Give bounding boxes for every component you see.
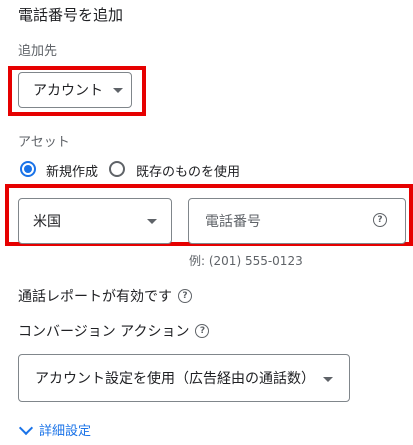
country-select[interactable]: 米国: [18, 198, 172, 244]
triangle-down-icon: [147, 219, 157, 224]
help-circle-icon[interactable]: ?: [195, 324, 210, 338]
destination-select-value: アカウント: [33, 83, 103, 99]
conversion-action-select[interactable]: アカウント設定を使用（広告経由の通話数）: [18, 354, 350, 402]
country-select-value: 米国: [33, 214, 61, 230]
radio-create-new-label[interactable]: 新規作成: [46, 161, 98, 180]
triangle-down-icon: [113, 87, 123, 93]
chevron-down-icon: [18, 420, 34, 435]
conversion-action-value: アカウント設定を使用（広告経由の通話数）: [35, 371, 315, 387]
destination-label: 追加先: [18, 44, 58, 59]
radio-create-new[interactable]: [20, 161, 36, 177]
help-circle-icon[interactable]: ?: [373, 213, 387, 227]
advanced-settings-label: 詳細設定: [39, 424, 92, 439]
call-reports-label: 通話レポートが有効です: [18, 289, 172, 305]
phone-number-input[interactable]: 電話番号 ?: [188, 198, 406, 244]
radio-dot: [24, 165, 32, 173]
phone-example-hint: 例: (201) 555-0123: [189, 254, 303, 268]
phone-number-placeholder: 電話番号: [205, 214, 261, 230]
conversion-label: コンバージョン アクション: [18, 324, 190, 340]
destination-select[interactable]: アカウント: [18, 72, 132, 108]
conversion-label-row: コンバージョン アクション ?: [18, 321, 210, 341]
radio-use-existing-label[interactable]: 既存のものを使用: [136, 161, 240, 180]
advanced-settings-toggle[interactable]: 詳細設定: [18, 420, 91, 439]
triangle-down-icon: [323, 377, 333, 382]
radio-use-existing[interactable]: [109, 161, 125, 177]
help-circle-icon[interactable]: ?: [178, 289, 192, 303]
page-title: 電話番号を追加: [18, 6, 124, 24]
asset-label: アセット: [18, 135, 70, 150]
call-reports-row: 通話レポートが有効です ?: [18, 286, 192, 306]
